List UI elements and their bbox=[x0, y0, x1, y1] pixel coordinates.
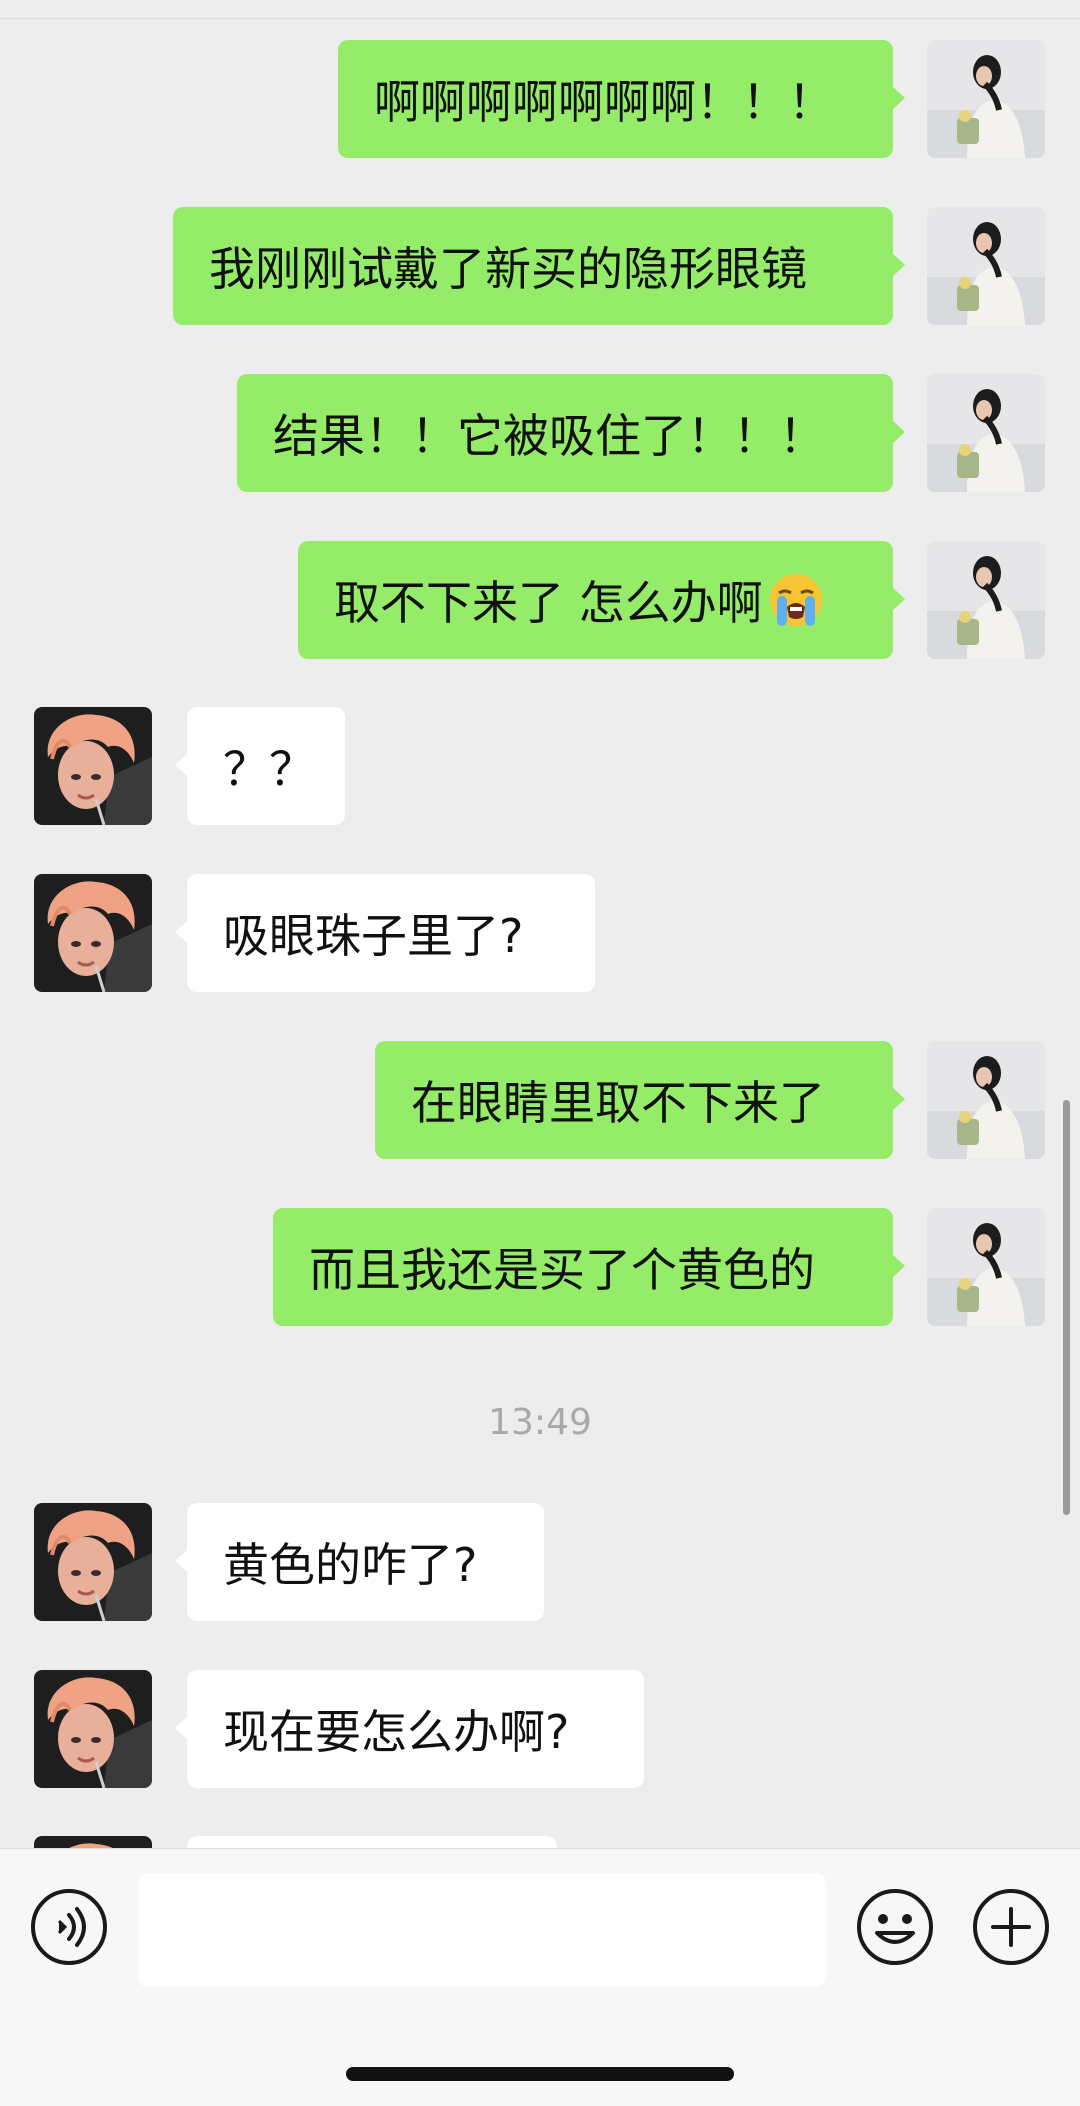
my-avatar[interactable] bbox=[927, 40, 1045, 158]
my-message-bubble[interactable]: 我刚刚试戴了新买的隐形眼镜 bbox=[173, 207, 905, 325]
message-text: 而且我还是买了个黄色的 bbox=[309, 1243, 815, 1297]
contact-avatar[interactable] bbox=[34, 1503, 152, 1621]
my-avatar[interactable] bbox=[927, 1208, 1045, 1326]
message-row: ？？ bbox=[0, 707, 1080, 825]
input-bar bbox=[0, 1848, 1080, 2106]
voice-icon[interactable] bbox=[29, 1887, 109, 1967]
message-text: 取不下来了 怎么办啊 bbox=[334, 576, 763, 630]
scrollbar[interactable] bbox=[1063, 1100, 1070, 1515]
contact-message-bubble[interactable]: ？？ bbox=[175, 707, 345, 825]
message-row: 结果！！它被吸住了！！！ bbox=[0, 374, 1080, 492]
my-message-bubble[interactable]: 取不下来了 怎么办啊 bbox=[298, 541, 905, 659]
contact-message-bubble[interactable]: 黄色的咋了? bbox=[175, 1503, 544, 1621]
message-row: 黄色的咋了? bbox=[0, 1503, 1080, 1621]
contact-avatar[interactable] bbox=[34, 874, 152, 992]
my-message-bubble[interactable]: 结果！！它被吸住了！！！ bbox=[237, 374, 905, 492]
message-row: 在眼睛里取不下来了 bbox=[0, 1041, 1080, 1159]
contact-message-bubble[interactable] bbox=[187, 1836, 557, 1848]
message-text: 黄色的咋了? bbox=[223, 1538, 478, 1592]
my-avatar[interactable] bbox=[927, 207, 1045, 325]
my-avatar[interactable] bbox=[927, 541, 1045, 659]
loudly-crying-face-emoji bbox=[767, 571, 825, 629]
home-indicator[interactable] bbox=[346, 2067, 734, 2081]
contact-message-bubble[interactable]: 现在要怎么办啊? bbox=[175, 1670, 644, 1788]
message-row-partial bbox=[0, 1836, 1080, 1848]
my-message-bubble[interactable]: 而且我还是买了个黄色的 bbox=[273, 1208, 905, 1326]
my-message-bubble[interactable]: 在眼睛里取不下来了 bbox=[375, 1041, 905, 1159]
plus-icon[interactable] bbox=[971, 1887, 1051, 1967]
message-row: 啊啊啊啊啊啊啊！！！ bbox=[0, 40, 1080, 158]
message-text: 我刚刚试戴了新买的隐形眼镜 bbox=[209, 242, 807, 296]
smiley-face-icon[interactable] bbox=[855, 1887, 935, 1967]
message-row: 吸眼珠子里了? bbox=[0, 874, 1080, 992]
message-text: 在眼睛里取不下来了 bbox=[411, 1076, 825, 1130]
my-message-bubble[interactable]: 啊啊啊啊啊啊啊！！！ bbox=[338, 40, 905, 158]
message-text: ？？ bbox=[223, 742, 315, 796]
message-row: 我刚刚试戴了新买的隐形眼镜 bbox=[0, 207, 1080, 325]
my-avatar[interactable] bbox=[927, 1041, 1045, 1159]
top-divider bbox=[0, 0, 1080, 19]
message-text: 结果！！它被吸住了！！！ bbox=[273, 409, 825, 463]
message-text: 啊啊啊啊啊啊啊！！！ bbox=[374, 75, 834, 129]
message-row: 取不下来了 怎么办啊 bbox=[0, 541, 1080, 659]
message-text: 吸眼珠子里了? bbox=[223, 909, 524, 963]
contact-message-bubble[interactable]: 吸眼珠子里了? bbox=[175, 874, 595, 992]
timestamp: 13:49 bbox=[488, 1402, 592, 1443]
my-avatar[interactable] bbox=[927, 374, 1045, 492]
chat-area[interactable]: 啊啊啊啊啊啊啊！！！ 我刚刚试戴了新买的隐形眼镜 结果！！它被吸住了！！！ 取不… bbox=[0, 0, 1080, 1848]
contact-avatar[interactable] bbox=[34, 707, 152, 825]
contact-avatar[interactable] bbox=[34, 1836, 152, 1848]
message-row: 而且我还是买了个黄色的 bbox=[0, 1208, 1080, 1326]
message-input[interactable] bbox=[138, 1873, 826, 1987]
message-text: 现在要怎么办啊? bbox=[223, 1705, 570, 1759]
message-row: 现在要怎么办啊? bbox=[0, 1670, 1080, 1788]
contact-avatar[interactable] bbox=[34, 1670, 152, 1788]
